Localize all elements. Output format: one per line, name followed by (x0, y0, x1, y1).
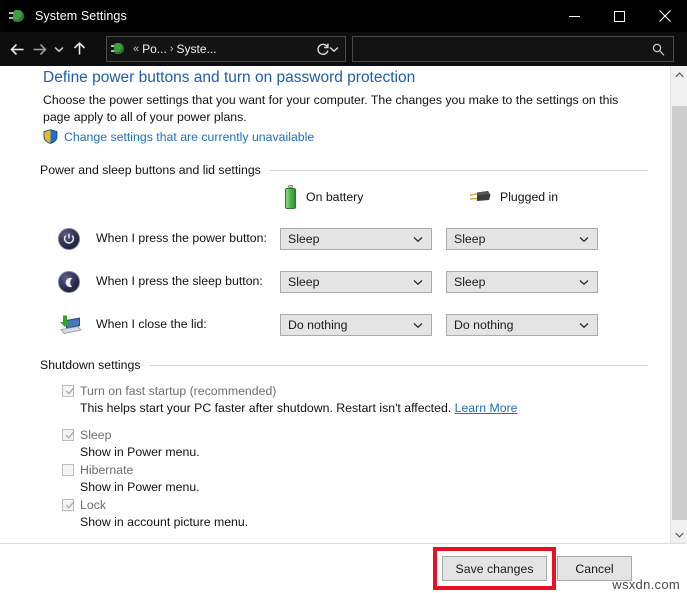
chevron-down-icon[interactable] (413, 236, 431, 243)
close-lid-plugged-in-dropdown[interactable]: Do nothing (446, 314, 598, 336)
section-divider (148, 364, 648, 366)
lock-description: Show in account picture menu. (80, 515, 249, 529)
address-bar[interactable]: « Po... › Syste... (106, 36, 346, 62)
column-header-on-battery: On battery (283, 184, 363, 210)
power-button-on-battery-value: Sleep (288, 232, 320, 246)
setting-row-power-button: When I press the power button: Sleep Sle… (0, 228, 665, 258)
lock-checkbox[interactable] (62, 499, 75, 511)
power-button-plugged-in-value: Sleep (454, 232, 486, 246)
forward-arrow-icon[interactable] (28, 36, 50, 62)
watermark: wsxdn.com (612, 577, 680, 592)
hibernate-checkbox[interactable] (62, 464, 74, 476)
change-settings-link[interactable]: Change settings that are currently unava… (43, 129, 314, 144)
fast-startup-checkbox[interactable] (62, 385, 75, 397)
fast-startup-description: This helps start your PC faster after sh… (80, 401, 518, 415)
column-header-on-battery-label: On battery (306, 190, 364, 204)
shutdown-section-label: Shutdown settings (40, 358, 141, 372)
setting-row-power-button-label: When I press the power button: (96, 231, 267, 245)
vertical-scrollbar[interactable] (670, 66, 687, 543)
power-button-icon (58, 228, 82, 254)
learn-more-link[interactable]: Learn More (455, 401, 518, 415)
change-settings-link-label[interactable]: Change settings that are currently unava… (64, 130, 314, 144)
sleep-button-plugged-in-value: Sleep (454, 275, 486, 289)
lock-label: Lock (80, 498, 106, 512)
sleep-button-on-battery-dropdown[interactable]: Sleep (280, 271, 432, 293)
sleep-label: Sleep (80, 428, 112, 442)
breadcrumb-separator: › (169, 43, 174, 55)
minimize-icon[interactable] (552, 0, 597, 32)
sleep-checkbox[interactable] (62, 429, 75, 441)
content-area: Define power buttons and turn on passwor… (0, 66, 687, 543)
chevron-down-icon[interactable] (579, 279, 597, 286)
footer-bar: Save changes Cancel wsxdn.com (0, 543, 687, 593)
save-changes-button[interactable]: Save changes (442, 556, 547, 581)
chevron-down-icon[interactable] (413, 322, 431, 329)
battery-icon (283, 185, 298, 209)
chevron-down-icon[interactable] (579, 236, 597, 243)
shield-icon (43, 129, 58, 144)
chevron-down-icon[interactable] (413, 279, 431, 286)
checkmark-icon (64, 499, 75, 510)
close-lid-on-battery-value: Do nothing (288, 318, 348, 332)
section-divider (268, 169, 648, 171)
close-lid-plugged-in-value: Do nothing (454, 318, 514, 332)
sleep-description: Show in Power menu. (80, 445, 200, 459)
hibernate-description: Show in Power menu. (80, 480, 200, 494)
back-arrow-icon[interactable] (6, 36, 28, 62)
up-arrow-icon[interactable] (68, 36, 90, 62)
setting-row-close-lid-label: When I close the lid: (96, 317, 207, 331)
refresh-icon[interactable] (312, 38, 334, 60)
checkmark-icon (64, 429, 75, 440)
power-section-heading: Power and sleep buttons and lid settings (40, 163, 648, 177)
search-box[interactable] (352, 36, 674, 62)
column-headers: On battery Plugged in (0, 184, 665, 210)
column-header-plugged-in-label: Plugged in (500, 190, 559, 204)
scroll-up-icon[interactable] (671, 66, 687, 83)
breadcrumb-overflow[interactable]: « (133, 43, 139, 55)
scroll-down-icon[interactable] (671, 526, 687, 543)
laptop-lid-icon (58, 314, 82, 340)
power-section-label: Power and sleep buttons and lid settings (40, 163, 261, 177)
scrollbar-thumb[interactable] (672, 106, 687, 520)
close-icon[interactable] (642, 0, 687, 32)
setting-row-sleep-button: When I press the sleep button: Sleep Sle… (0, 271, 665, 301)
setting-row-sleep-button-label: When I press the sleep button: (96, 274, 263, 288)
breadcrumb-item-system-settings[interactable]: Syste... (176, 42, 216, 56)
breadcrumb-item-power-options[interactable]: Po... (142, 42, 167, 56)
sleep-button-plugged-in-dropdown[interactable]: Sleep (446, 271, 598, 293)
column-header-plugged-in: Plugged in (468, 184, 558, 210)
chevron-down-icon[interactable] (579, 322, 597, 329)
page-description: Choose the power settings that you want … (43, 93, 619, 124)
setting-row-close-lid: When I close the lid: Do nothing Do noth… (0, 314, 665, 344)
power-button-plugged-in-dropdown[interactable]: Sleep (446, 228, 598, 250)
window-controls (552, 0, 687, 32)
page-title: Define power buttons and turn on passwor… (43, 69, 416, 86)
system-settings-window: System Settings « Po... › Syste... Defin… (0, 0, 687, 593)
shutdown-section-heading: Shutdown settings (40, 358, 648, 372)
window-title: System Settings (35, 9, 127, 23)
power-button-on-battery-dropdown[interactable]: Sleep (280, 228, 432, 250)
fast-startup-label: Turn on fast startup (recommended) (80, 384, 277, 398)
hibernate-label: Hibernate (80, 463, 134, 477)
checkmark-icon (64, 385, 75, 396)
title-bar: System Settings (0, 0, 687, 32)
search-icon[interactable] (652, 43, 673, 56)
maximize-icon[interactable] (597, 0, 642, 32)
sleep-moon-icon (58, 271, 82, 297)
close-lid-on-battery-dropdown[interactable]: Do nothing (280, 314, 432, 336)
power-plug-icon (468, 189, 492, 205)
fast-startup-description-text: This helps start your PC faster after sh… (80, 401, 452, 415)
sleep-button-on-battery-value: Sleep (288, 275, 320, 289)
power-plug-icon (9, 7, 27, 25)
breadcrumb-power-plug-icon (111, 41, 127, 57)
recent-locations-chevron-down-icon[interactable] (50, 36, 68, 62)
